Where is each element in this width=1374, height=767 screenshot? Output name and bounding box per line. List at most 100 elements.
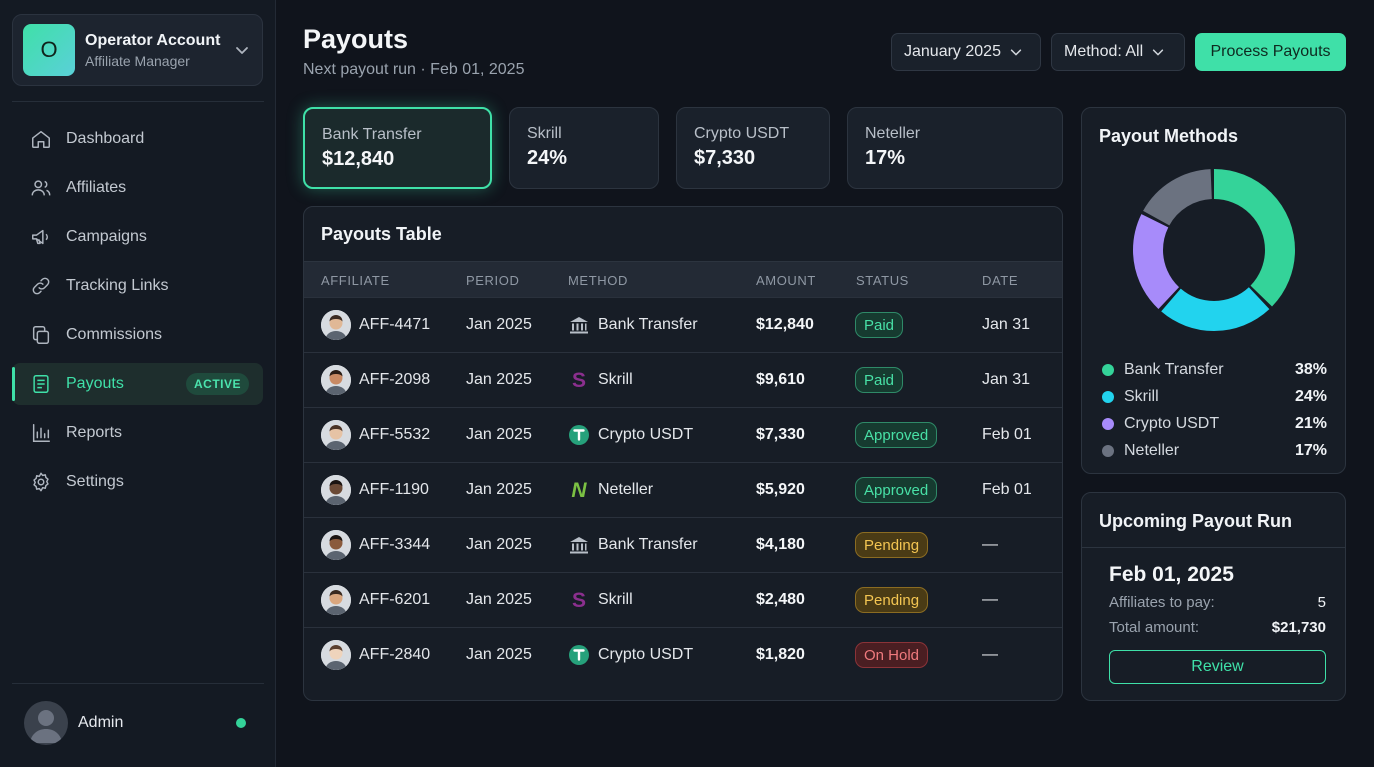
legend-dot xyxy=(1102,444,1114,457)
affiliate-id[interactable]: AFF-3344 xyxy=(359,536,430,554)
account-switcher[interactable]: O Operator Account Affiliate Manager xyxy=(12,14,263,86)
bank-icon xyxy=(568,314,590,336)
column-header[interactable]: PERIOD xyxy=(466,273,519,288)
sidebar-item-tracking-links[interactable]: Tracking Links xyxy=(12,265,263,307)
review-button[interactable]: Review xyxy=(1109,650,1326,684)
table-row[interactable]: AFF-2098 Jan 2025 S Skrill $9,610 Paid Jan 31 xyxy=(304,352,1062,407)
period: Jan 2025 xyxy=(466,316,532,333)
table-row[interactable]: AFF-2840 Jan 2025 Crypto USDT $1,820 On Hold… xyxy=(304,627,1062,682)
affiliate-id[interactable]: AFF-2840 xyxy=(359,646,430,664)
legend-item: Crypto USDT 21% xyxy=(1102,410,1327,437)
sidebar-item-dashboard[interactable]: Dashboard xyxy=(12,118,263,160)
method: Skrill xyxy=(598,591,633,608)
method: Crypto USDT xyxy=(598,646,694,663)
legend-label: Skrill xyxy=(1124,387,1159,405)
sidebar-item-payouts[interactable]: Payouts ACTIVE xyxy=(12,363,263,405)
legend-value: 21% xyxy=(1294,414,1327,432)
sidebar-item-settings[interactable]: Settings xyxy=(12,461,263,503)
method-filter-value: Method: All xyxy=(1064,43,1144,60)
svg-text:N: N xyxy=(571,479,587,501)
account-avatar: O xyxy=(23,24,75,76)
stat-card-neteller[interactable]: Neteller 17% xyxy=(847,107,1063,189)
sidebar-item-campaigns[interactable]: Campaigns xyxy=(12,216,263,258)
sidebar-item-label: Dashboard xyxy=(66,130,145,147)
link-icon xyxy=(32,277,50,295)
affiliate-id[interactable]: AFF-1190 xyxy=(359,481,429,499)
period-select[interactable]: January 2025 xyxy=(891,33,1041,71)
column-header[interactable]: AFFILIATE xyxy=(321,273,390,288)
stat-value: 17% xyxy=(865,147,906,169)
legend-value: 38% xyxy=(1294,360,1327,378)
document-icon xyxy=(33,375,49,393)
legend-dot xyxy=(1102,390,1114,403)
user-profile[interactable]: Admin xyxy=(24,700,254,746)
period: Jan 2025 xyxy=(466,591,532,608)
table-row[interactable]: AFF-1190 Jan 2025 N Neteller $5,920 Approved F… xyxy=(304,462,1062,517)
upcoming-payout-run-card: Upcoming Payout Run Feb 01, 2025 Affilia… xyxy=(1081,492,1346,701)
method: Neteller xyxy=(598,481,654,498)
period: Jan 2025 xyxy=(466,646,532,663)
sidebar-item-commissions[interactable]: Commissions xyxy=(12,314,263,356)
usdt-icon xyxy=(568,424,590,446)
stat-card-bank-transfer[interactable]: Bank Transfer $12,840 xyxy=(303,107,492,189)
column-header[interactable]: DATE xyxy=(982,273,1018,288)
sidebar-item-label: Campaigns xyxy=(66,228,147,245)
table-row[interactable]: AFF-3344 Jan 2025 Bank Transfer $4,180 Pendi… xyxy=(304,517,1062,572)
legend-value: 17% xyxy=(1294,441,1327,459)
amount: $1,820 xyxy=(756,646,805,663)
column-header[interactable]: METHOD xyxy=(568,273,628,288)
method-filter-select[interactable]: Method: All xyxy=(1051,33,1185,71)
affiliates-to-pay-row: Affiliates to pay: 5 xyxy=(1109,594,1326,611)
amount: $5,920 xyxy=(756,481,805,498)
sidebar-item-label: Affiliates xyxy=(66,179,127,196)
page-subtitle: Next payout run · Feb 01, 2025 xyxy=(303,61,525,78)
date: Jan 31 xyxy=(982,316,1031,333)
status-badge: Paid xyxy=(855,312,904,338)
status-badge: On Hold xyxy=(855,642,929,668)
date: Jan 31 xyxy=(982,371,1031,388)
sidebar-item-label: Commissions xyxy=(66,326,163,343)
affiliate-id[interactable]: AFF-2098 xyxy=(359,371,430,389)
sidebar-item-reports[interactable]: Reports xyxy=(12,412,263,454)
skrill-icon: S xyxy=(568,589,590,612)
sidebar-item-affiliates[interactable]: Affiliates xyxy=(12,167,263,209)
stat-value: $12,840 xyxy=(322,148,395,170)
table-header: AFFILIATE PERIOD METHOD AMOUNT STATUS DA… xyxy=(304,261,1062,297)
column-header[interactable]: AMOUNT xyxy=(756,273,816,288)
affiliate-id[interactable]: AFF-4471 xyxy=(359,316,430,334)
amount: $12,840 xyxy=(756,316,814,333)
chart-legend: Bank Transfer 38% Skrill 24% Crypto USDT… xyxy=(1102,356,1327,464)
column-header[interactable]: STATUS xyxy=(856,273,909,288)
amount: $9,610 xyxy=(756,371,805,388)
method: Bank Transfer xyxy=(598,536,698,553)
sidebar: O Operator Account Affiliate Manager Das… xyxy=(0,0,276,767)
stat-label: Bank Transfer xyxy=(322,126,422,143)
stat-label: Skrill xyxy=(527,125,562,142)
legend-dot xyxy=(1102,363,1114,376)
page-title: Payouts xyxy=(303,24,409,54)
affiliate-id[interactable]: AFF-6201 xyxy=(359,591,430,609)
date: — xyxy=(982,536,998,553)
stat-card-skrill[interactable]: Skrill 24% xyxy=(509,107,659,189)
stat-card-crypto-usdt[interactable]: Crypto USDT $7,330 xyxy=(676,107,830,189)
table-row[interactable]: AFF-5532 Jan 2025 Crypto USDT $7,330 Approve… xyxy=(304,407,1062,462)
legend-label: Bank Transfer xyxy=(1124,360,1224,378)
payouts-table: Payouts Table AFFILIATE PERIOD METHOD AM… xyxy=(303,206,1063,701)
affiliate-avatar xyxy=(321,365,351,395)
date: Feb 01 xyxy=(982,481,1032,498)
total-amount-label: Total amount: xyxy=(1109,619,1200,636)
online-status-dot xyxy=(236,718,246,728)
avatar xyxy=(24,701,68,745)
neteller-icon: N xyxy=(568,479,590,502)
table-row[interactable]: AFF-4471 Jan 2025 Bank Transfer $12,840 Paid… xyxy=(304,297,1062,352)
affiliate-avatar xyxy=(321,530,351,560)
chevron-down-icon xyxy=(1010,49,1022,56)
table-row[interactable]: AFF-6201 Jan 2025 S Skrill $2,480 Pending — xyxy=(304,572,1062,627)
legend-label: Crypto USDT xyxy=(1124,414,1220,432)
process-payouts-button[interactable]: Process Payouts xyxy=(1195,33,1346,71)
stat-label: Neteller xyxy=(865,125,921,142)
affiliate-id[interactable]: AFF-5532 xyxy=(359,426,430,444)
affiliate-avatar xyxy=(321,420,351,450)
method: Skrill xyxy=(598,371,633,388)
account-role: Affiliate Manager xyxy=(85,52,190,69)
